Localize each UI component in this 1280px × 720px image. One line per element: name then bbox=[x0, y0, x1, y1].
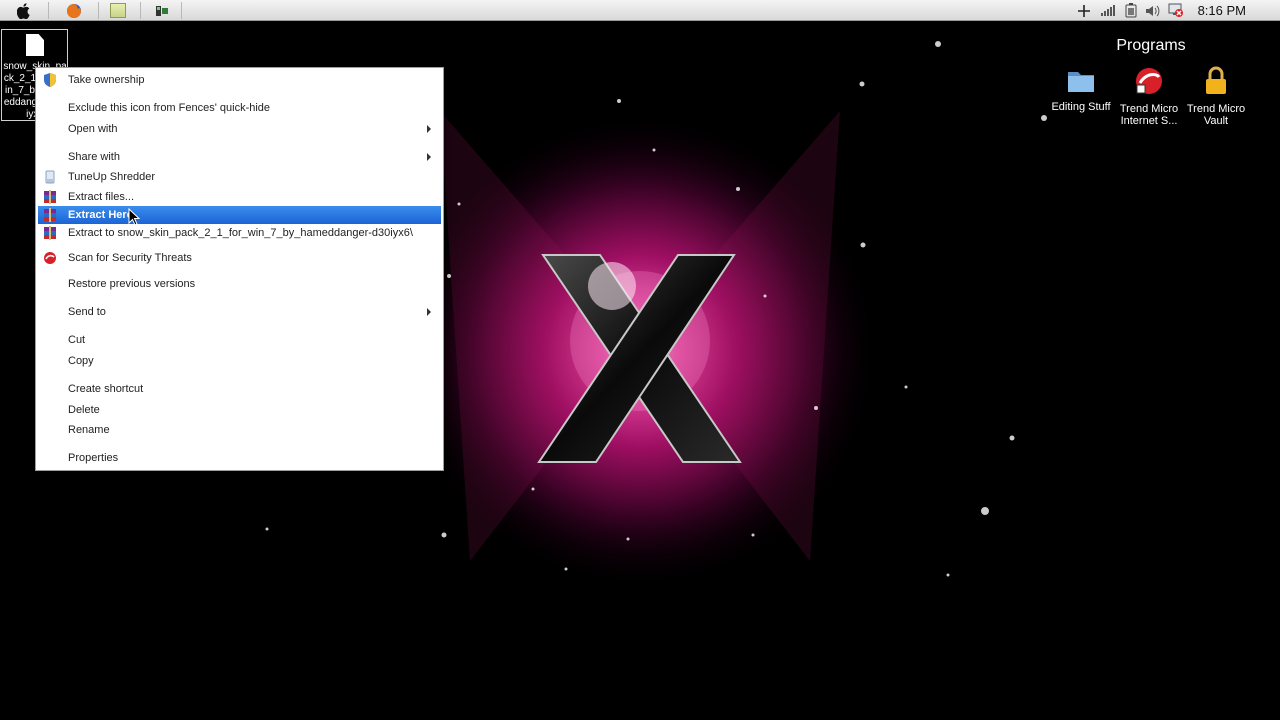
menu-item-extract-files[interactable]: Extract files... bbox=[38, 188, 441, 206]
clock[interactable]: 8:16 PM bbox=[1198, 3, 1246, 18]
lock-icon bbox=[1206, 66, 1226, 94]
menu-item-restore-versions[interactable]: Restore previous versions bbox=[38, 275, 441, 293]
battery-icon[interactable] bbox=[1121, 1, 1141, 20]
plus-icon[interactable] bbox=[1074, 1, 1094, 20]
winrar-icon bbox=[44, 208, 56, 222]
submenu-arrow-icon bbox=[427, 125, 431, 133]
submenu-arrow-icon bbox=[427, 308, 431, 316]
firefox-icon[interactable] bbox=[62, 1, 86, 20]
trend-micro-icon bbox=[44, 252, 56, 264]
menu-item-rename[interactable]: Rename bbox=[38, 421, 441, 439]
fence-item-label: Trend Micro Vault bbox=[1186, 103, 1246, 127]
menu-item-copy[interactable]: Copy bbox=[38, 352, 441, 370]
app-icon[interactable] bbox=[150, 1, 174, 20]
winrar-icon bbox=[44, 190, 56, 204]
menu-item-scan-security[interactable]: Scan for Security Threats bbox=[38, 249, 441, 267]
fence-title[interactable]: Programs bbox=[1090, 37, 1212, 55]
shredder-icon bbox=[45, 170, 55, 184]
fence-item-editing-stuff[interactable]: Editing Stuff bbox=[1048, 66, 1114, 113]
menu-item-send-to[interactable]: Send to bbox=[38, 303, 441, 321]
volume-icon[interactable] bbox=[1143, 1, 1163, 20]
notes-icon[interactable] bbox=[106, 1, 130, 20]
network-error-icon[interactable] bbox=[1166, 1, 1186, 20]
winrar-icon bbox=[44, 226, 56, 240]
menu-item-open-with[interactable]: Open with bbox=[38, 120, 441, 138]
menu-item-cut[interactable]: Cut bbox=[38, 331, 441, 349]
menu-item-delete[interactable]: Delete bbox=[38, 401, 441, 419]
menu-item-take-ownership[interactable]: Take ownership bbox=[38, 71, 441, 89]
fence-item-label: Trend Micro Internet S... bbox=[1119, 103, 1179, 127]
menu-item-properties[interactable]: Properties bbox=[38, 449, 441, 467]
top-menu-bar: 8:16 PM bbox=[0, 0, 1280, 21]
context-menu: Take ownership Exclude this icon from Fe… bbox=[35, 67, 444, 471]
fence-item-trend-micro-vault[interactable]: Trend Micro Vault bbox=[1183, 66, 1249, 127]
mouse-cursor-icon bbox=[128, 208, 140, 226]
menu-item-extract-to[interactable]: Extract to snow_skin_pack_2_1_for_win_7_… bbox=[38, 224, 441, 242]
trend-micro-icon bbox=[1136, 68, 1162, 94]
menu-item-share-with[interactable]: Share with bbox=[38, 148, 441, 166]
signal-icon[interactable] bbox=[1098, 1, 1118, 20]
folder-icon bbox=[1068, 72, 1094, 92]
menu-item-exclude-fences[interactable]: Exclude this icon from Fences' quick-hid… bbox=[38, 99, 441, 117]
shield-icon bbox=[44, 73, 56, 87]
apple-icon[interactable] bbox=[12, 1, 36, 20]
menu-item-create-shortcut[interactable]: Create shortcut bbox=[38, 380, 441, 398]
fence-item-trend-micro-internet[interactable]: Trend Micro Internet S... bbox=[1116, 66, 1182, 127]
fence-item-label: Editing Stuff bbox=[1051, 101, 1111, 113]
menu-item-extract-here[interactable]: Extract Here bbox=[38, 206, 441, 224]
menu-item-tuneup-shredder[interactable]: TuneUp Shredder bbox=[38, 168, 441, 186]
submenu-arrow-icon bbox=[427, 153, 431, 161]
document-icon bbox=[26, 34, 44, 56]
